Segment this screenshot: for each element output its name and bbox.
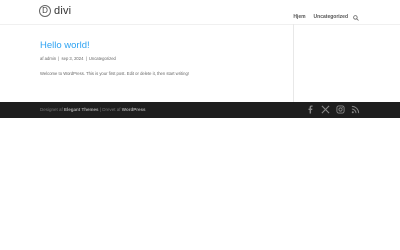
nav-item-hjem[interactable]: Hjem <box>293 14 305 20</box>
meta-date: sep 3, 2024 <box>61 55 84 61</box>
sidebar-divider <box>293 24 294 102</box>
site-logo[interactable]: D divi <box>39 5 71 17</box>
instagram-icon[interactable] <box>336 105 345 114</box>
nav-item-uncategorized[interactable]: Uncategorized <box>314 14 348 20</box>
post-meta: af admin | sep 3, 2024 | Uncategorized <box>40 56 280 61</box>
rss-icon[interactable] <box>351 105 360 114</box>
site-footer: Designet af Elegant Themes | Drevet af W… <box>0 102 400 118</box>
platform-link[interactable]: WordPress <box>122 107 146 112</box>
meta-separator: | <box>58 55 60 61</box>
social-links <box>300 105 360 114</box>
designer-link[interactable]: Elegant Themes <box>64 107 99 112</box>
credits-separator: | <box>99 107 101 112</box>
search-icon[interactable] <box>353 8 359 26</box>
post-excerpt: Welcome to WordPress. This is your first… <box>40 70 189 76</box>
powered-by-prefix: Drevet af <box>102 107 121 112</box>
designed-by-prefix: Designet af <box>40 107 63 112</box>
post: Hello world! af admin | sep 3, 2024 | Un… <box>40 41 280 76</box>
x-icon[interactable] <box>321 105 330 114</box>
footer-credits: Designet af Elegant Themes | Drevet af W… <box>40 107 145 112</box>
meta-category-link[interactable]: Uncategorized <box>89 56 116 61</box>
post-title[interactable]: Hello world! <box>40 41 280 51</box>
site-header: D divi Hjem Uncategorized <box>0 0 400 24</box>
facebook-icon[interactable] <box>306 105 315 114</box>
divi-logo-icon: D <box>39 5 51 17</box>
meta-separator: | <box>85 55 87 61</box>
logo-text: divi <box>54 5 72 17</box>
main-nav: Hjem Uncategorized <box>285 8 359 26</box>
meta-by: af <box>40 55 44 61</box>
meta-author-link[interactable]: admin <box>45 56 56 61</box>
